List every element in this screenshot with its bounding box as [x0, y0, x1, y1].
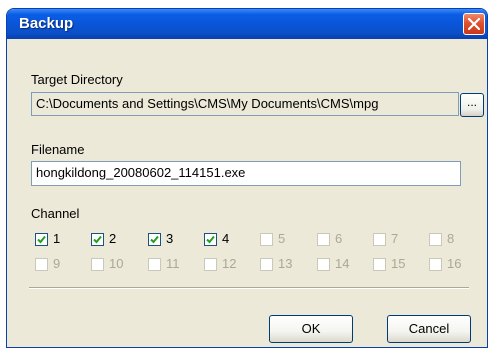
channel-checkbox[interactable]: 2	[91, 230, 141, 250]
checkbox-box[interactable]	[91, 233, 104, 246]
checkmark-icon	[150, 235, 159, 244]
channel-checkbox[interactable]: 1	[35, 230, 85, 250]
close-icon	[468, 18, 480, 30]
channel-number: 1	[53, 231, 61, 246]
ok-button[interactable]: OK	[269, 315, 353, 343]
checkbox-box[interactable]	[35, 233, 48, 246]
checkbox-box	[429, 258, 442, 271]
channel-checkbox: 13	[260, 255, 310, 275]
checkmark-icon	[93, 235, 102, 244]
checkbox-box	[317, 258, 330, 271]
channel-row-2: 9 10 11 12 13 14 15 16	[35, 255, 475, 275]
window-title: Backup	[19, 15, 74, 32]
checkbox-box	[91, 258, 104, 271]
channel-checkbox: 11	[148, 255, 198, 275]
checkbox-box	[148, 258, 161, 271]
browse-button[interactable]: ...	[460, 93, 484, 117]
close-button[interactable]	[463, 13, 485, 35]
channel-checkbox: 12	[204, 255, 254, 275]
channel-checkbox: 5	[260, 230, 310, 250]
channel-checkbox: 7	[373, 230, 423, 250]
checkmark-icon	[37, 235, 46, 244]
checkbox-box[interactable]	[204, 233, 217, 246]
checkbox-box	[260, 258, 273, 271]
title-bar[interactable]: Backup	[7, 9, 487, 39]
channel-number: 7	[391, 231, 399, 246]
channel-checkbox: 9	[35, 255, 85, 275]
channel-number: 9	[53, 256, 61, 271]
channel-label: Channel	[31, 206, 80, 221]
target-directory-field[interactable]: C:\Documents and Settings\CMS\My Documen…	[31, 92, 459, 116]
channel-number: 8	[447, 231, 455, 246]
channel-number: 12	[222, 256, 237, 271]
checkbox-box	[373, 233, 386, 246]
channel-number: 10	[109, 256, 124, 271]
filename-input[interactable]: hongkildong_20080602_114151.exe	[31, 161, 461, 186]
channel-number: 4	[222, 231, 230, 246]
channel-number: 6	[335, 231, 343, 246]
channel-number: 16	[447, 256, 462, 271]
checkmark-icon	[206, 235, 215, 244]
checkbox-box[interactable]	[148, 233, 161, 246]
channel-number: 14	[335, 256, 350, 271]
channel-checkbox: 14	[317, 255, 367, 275]
checkbox-box	[373, 258, 386, 271]
divider	[29, 287, 469, 289]
channel-checkbox: 10	[91, 255, 141, 275]
channel-checkbox: 15	[373, 255, 423, 275]
cancel-button[interactable]: Cancel	[387, 315, 471, 343]
checkbox-box	[35, 258, 48, 271]
channel-checkbox[interactable]: 4	[204, 230, 254, 250]
channel-number: 11	[166, 256, 180, 271]
channel-checkbox: 8	[429, 230, 479, 250]
channel-checkbox: 16	[429, 255, 479, 275]
channel-row-1: 1 2 3 4 5 6 7 8	[35, 230, 475, 250]
channel-number: 3	[166, 231, 174, 246]
checkbox-box	[317, 233, 330, 246]
channel-number: 5	[278, 231, 286, 246]
backup-dialog: Backup Target Directory C:\Documents and…	[6, 8, 488, 348]
channel-checkbox[interactable]: 3	[148, 230, 198, 250]
channel-number: 15	[391, 256, 406, 271]
checkbox-box	[429, 233, 442, 246]
filename-label: Filename	[31, 142, 85, 157]
channel-checkbox: 6	[317, 230, 367, 250]
channel-number: 2	[109, 231, 117, 246]
checkbox-box	[260, 233, 273, 246]
checkbox-box	[204, 258, 217, 271]
target-directory-label: Target Directory	[31, 72, 123, 87]
channel-number: 13	[278, 256, 293, 271]
